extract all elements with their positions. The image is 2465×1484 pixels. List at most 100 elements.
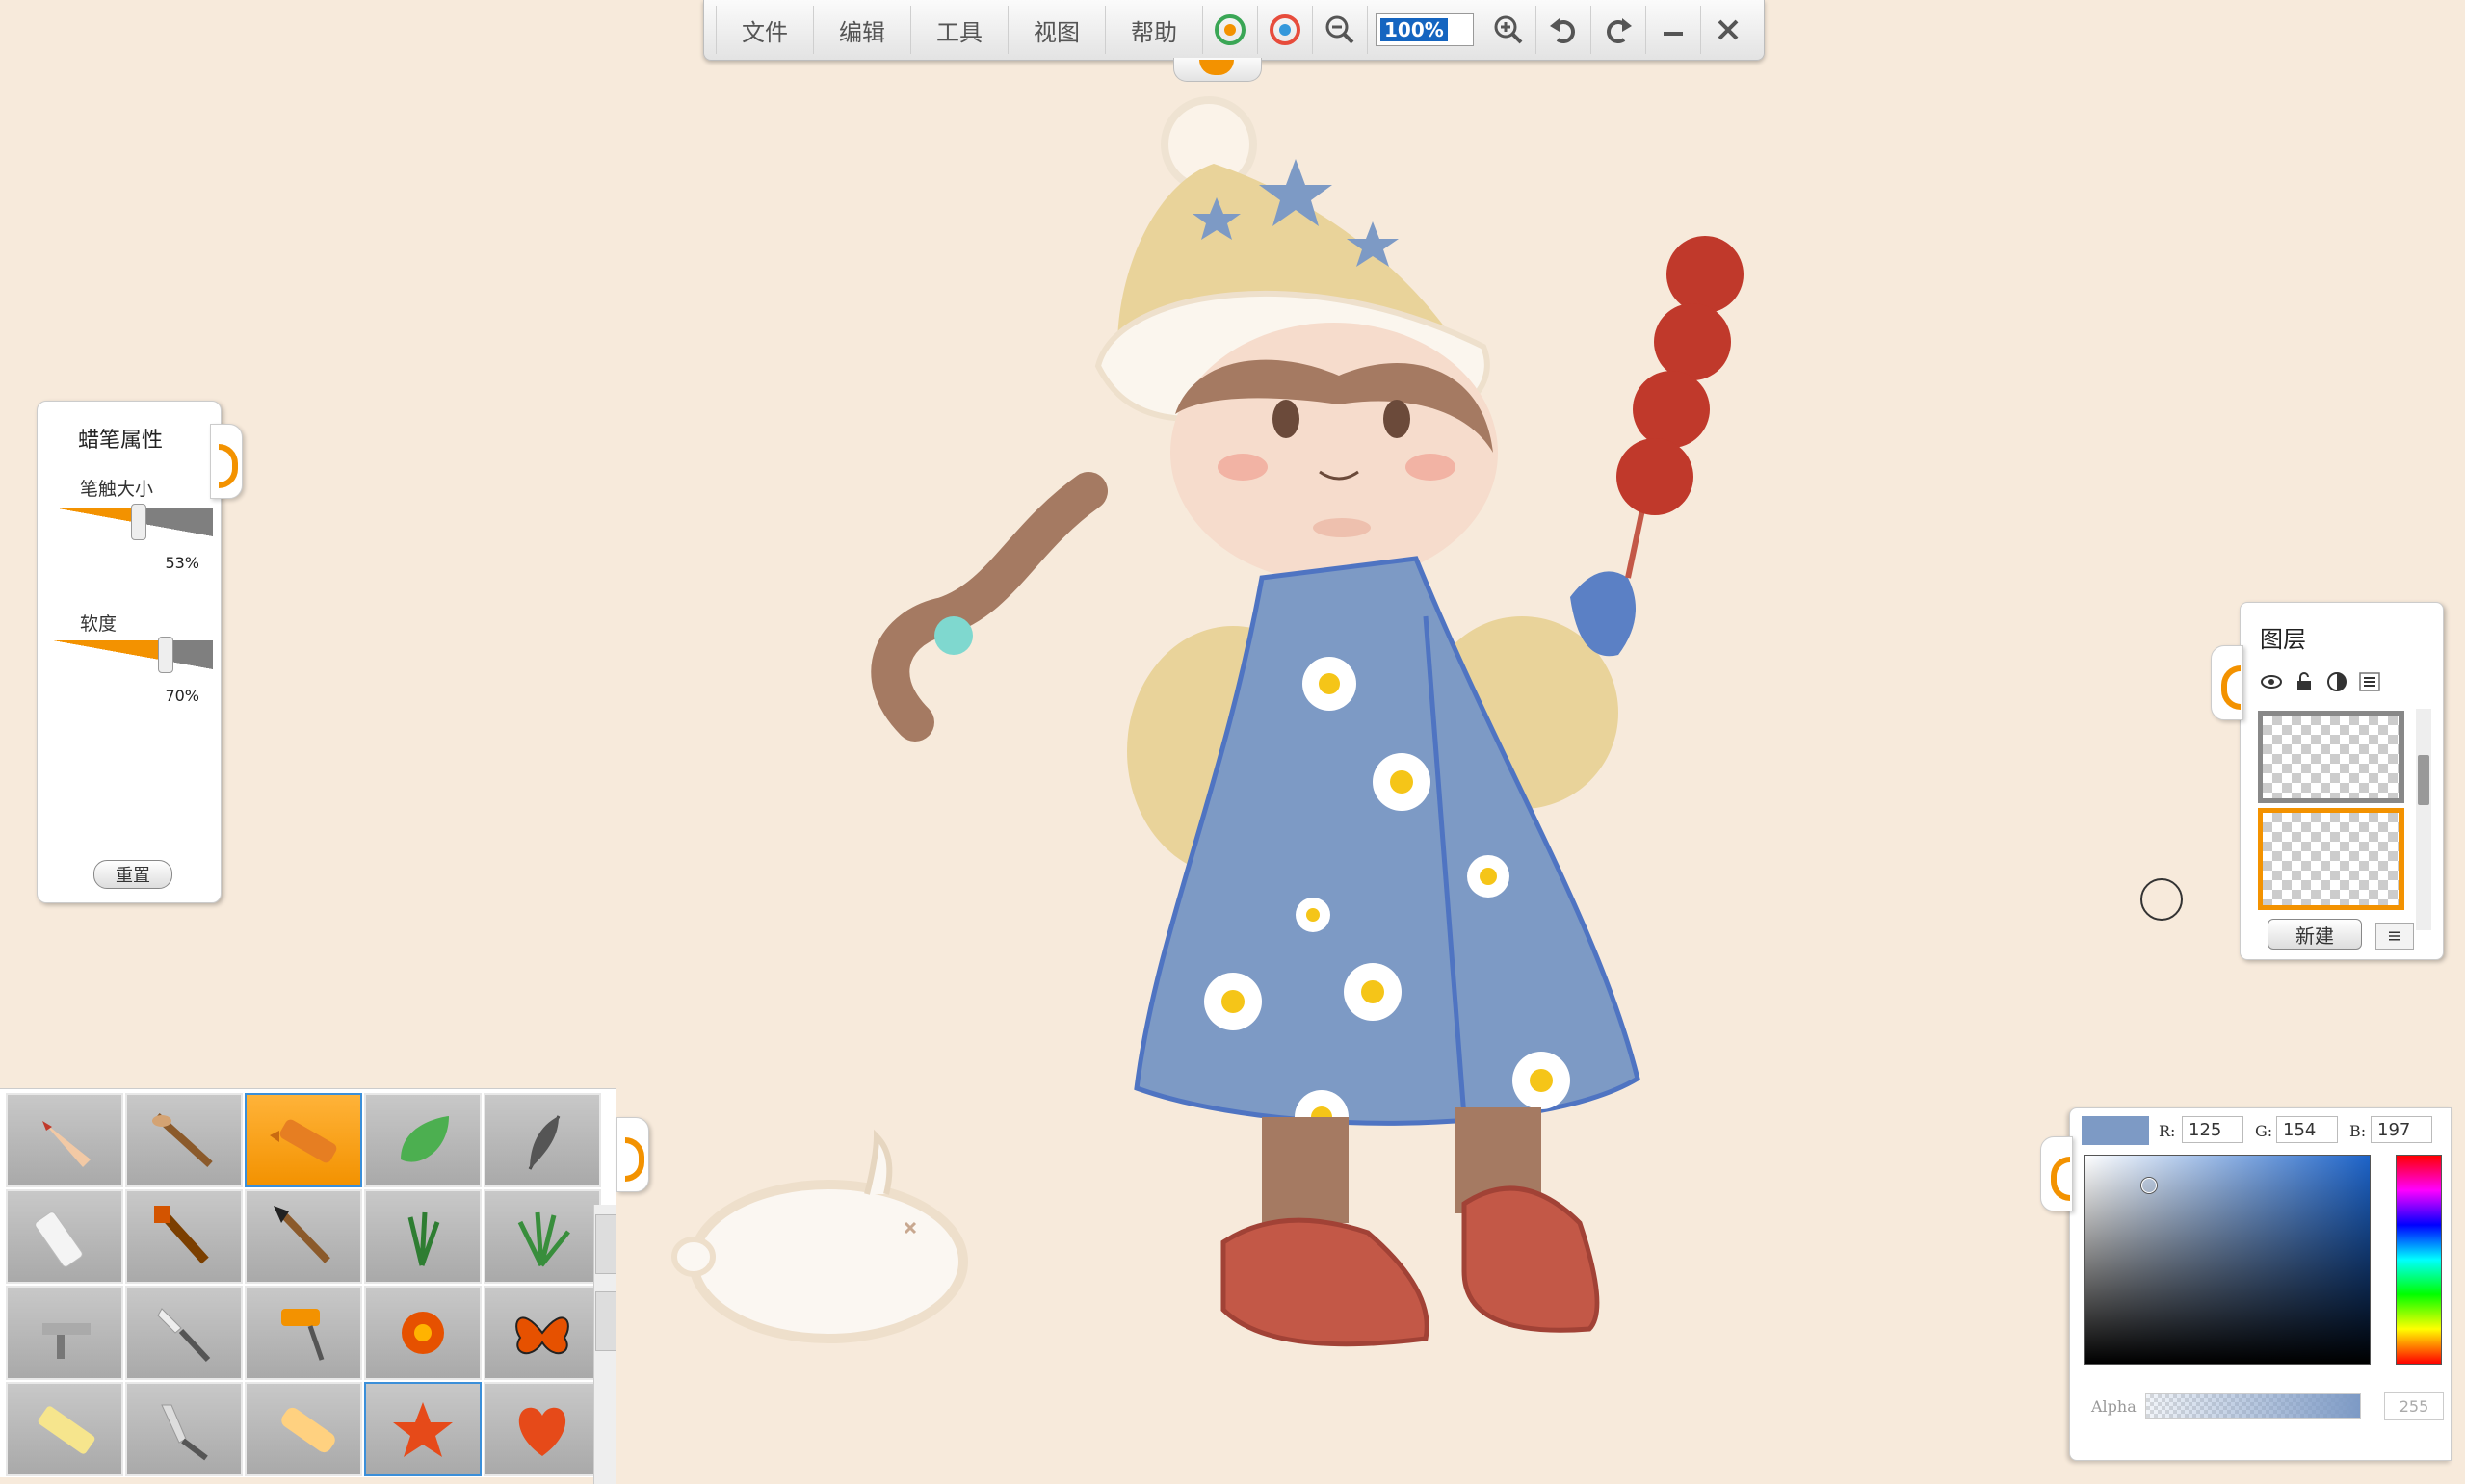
tool-star-stamp[interactable] <box>364 1382 482 1476</box>
tool-flat-brush[interactable] <box>125 1189 243 1284</box>
menu-edit[interactable]: 编辑 <box>814 6 911 54</box>
butterfly-stamp-icon <box>515 1316 569 1355</box>
tool-knife[interactable] <box>125 1382 243 1476</box>
slider-knob[interactable] <box>130 504 146 540</box>
candied-fruit-drawing <box>1616 236 1744 579</box>
color-panel: R: 125 G: 154 B: 197 Alpha 255 <box>2069 1107 2452 1461</box>
airbrush-icon <box>42 1323 91 1359</box>
zoom-out-button[interactable] <box>1313 6 1368 54</box>
scrollbar-thumb[interactable] <box>2418 755 2429 805</box>
chalk-icon <box>38 1406 95 1454</box>
tool-brush[interactable] <box>125 1093 243 1187</box>
menu-view[interactable]: 视图 <box>1009 6 1106 54</box>
tool-leaf-stamp[interactable] <box>364 1093 482 1187</box>
leaf-stamp-icon <box>401 1116 449 1162</box>
brush-size-label: 笔触大小 <box>80 479 154 500</box>
red-input[interactable]: 125 <box>2182 1116 2243 1143</box>
redo-icon <box>1607 18 1632 43</box>
brush-panel-title: 蜡笔属性 <box>78 429 164 453</box>
tool-airbrush[interactable] <box>6 1286 123 1380</box>
layer-thumbnail-1[interactable] <box>2258 711 2404 803</box>
close-button[interactable] <box>1701 6 1755 54</box>
layer-options-button[interactable] <box>2375 923 2414 950</box>
ink-brush-icon <box>274 1206 330 1263</box>
tool-butterfly-stamp[interactable] <box>484 1286 601 1380</box>
tool-grass-clump[interactable] <box>484 1189 601 1284</box>
tool-palette-knife[interactable] <box>125 1286 243 1380</box>
minimize-button[interactable] <box>1646 6 1701 54</box>
alpha-slider[interactable] <box>2145 1393 2361 1419</box>
contrast-icon[interactable] <box>2325 670 2348 693</box>
new-layer-button[interactable]: 新建 <box>2268 919 2362 950</box>
undo-icon <box>1550 18 1575 43</box>
red-label: R: <box>2159 1122 2176 1140</box>
flat-brush-icon <box>154 1206 209 1264</box>
lock-icon[interactable] <box>2293 670 2316 693</box>
tool-feather[interactable] <box>484 1093 601 1187</box>
tool-palette-toggle[interactable] <box>616 1117 649 1192</box>
tool-chalk[interactable] <box>6 1382 123 1476</box>
tool-palette <box>0 1088 616 1484</box>
redo-button[interactable] <box>1591 6 1646 54</box>
saturation-value-picker[interactable] <box>2084 1155 2371 1365</box>
brush-panel-toggle[interactable] <box>210 424 243 499</box>
menu-file[interactable]: 文件 <box>716 6 814 54</box>
green-input[interactable]: 154 <box>2276 1116 2338 1143</box>
color-theme-button-1[interactable] <box>1203 6 1258 54</box>
color-theme-button-2[interactable] <box>1258 6 1313 54</box>
undo-button[interactable] <box>1536 6 1591 54</box>
color-theme-icon-2 <box>1270 14 1300 45</box>
tool-eraser[interactable] <box>6 1189 123 1284</box>
app-logo-tab[interactable] <box>1173 58 1262 82</box>
hue-slider[interactable] <box>2396 1155 2442 1365</box>
roller-icon <box>281 1309 325 1361</box>
brush-size-slider[interactable] <box>53 504 213 540</box>
girl-drawing <box>871 96 1640 1347</box>
tool-grass-stamp[interactable] <box>364 1189 482 1284</box>
eye-icon[interactable] <box>2260 670 2283 693</box>
color-panel-toggle[interactable] <box>2040 1136 2073 1211</box>
menu-icon <box>2389 931 2400 941</box>
palette-page-button-1[interactable] <box>595 1214 616 1274</box>
alpha-input[interactable]: 255 <box>2384 1392 2444 1420</box>
layer-scrollbar[interactable] <box>2416 709 2431 930</box>
blue-input[interactable]: 197 <box>2371 1116 2432 1143</box>
grass-stamp-icon <box>407 1211 440 1266</box>
knife-icon <box>161 1404 208 1461</box>
layers-panel-toggle[interactable] <box>2211 645 2243 720</box>
close-icon <box>1718 19 1739 40</box>
layers-panel-title: 图层 <box>2260 626 2306 653</box>
minimize-icon <box>1664 32 1683 36</box>
tool-crayon[interactable] <box>245 1093 362 1187</box>
color-picker-cursor[interactable] <box>2141 1178 2157 1193</box>
pencil-icon <box>42 1121 91 1167</box>
flower-stamp-icon <box>402 1312 444 1354</box>
alpha-label: Alpha <box>2091 1397 2137 1416</box>
feather-icon <box>528 1115 561 1170</box>
reset-button[interactable]: 重置 <box>93 860 172 889</box>
tool-heart-stamp[interactable] <box>484 1382 601 1476</box>
menu-tools[interactable]: 工具 <box>911 6 1009 54</box>
tool-roller[interactable] <box>245 1286 362 1380</box>
menu-icon[interactable] <box>2358 670 2381 693</box>
tool-pencil[interactable] <box>6 1093 123 1187</box>
palette-page-button-2[interactable] <box>595 1291 616 1351</box>
current-color-swatch[interactable] <box>2082 1116 2149 1145</box>
softness-label: 软度 <box>80 613 118 635</box>
zoom-input[interactable]: 100% <box>1376 13 1474 46</box>
menu-help[interactable]: 帮助 <box>1106 6 1203 54</box>
slider-knob[interactable] <box>158 637 174 673</box>
layer-thumbnail-2[interactable] <box>2258 808 2404 910</box>
slider-fill <box>53 508 138 536</box>
tool-flower-stamp[interactable] <box>364 1286 482 1380</box>
zoom-in-button[interactable] <box>1482 6 1536 54</box>
layer-icon-row <box>2260 670 2381 693</box>
tool-marker[interactable] <box>245 1382 362 1476</box>
marker-icon <box>281 1407 335 1453</box>
tool-ink-brush[interactable] <box>245 1189 362 1284</box>
slider-fill <box>53 640 166 669</box>
softness-slider[interactable] <box>53 637 213 673</box>
blue-label: B: <box>2349 1122 2367 1140</box>
zoom-value: 100% <box>1380 18 1448 41</box>
brush-icon <box>152 1113 213 1167</box>
